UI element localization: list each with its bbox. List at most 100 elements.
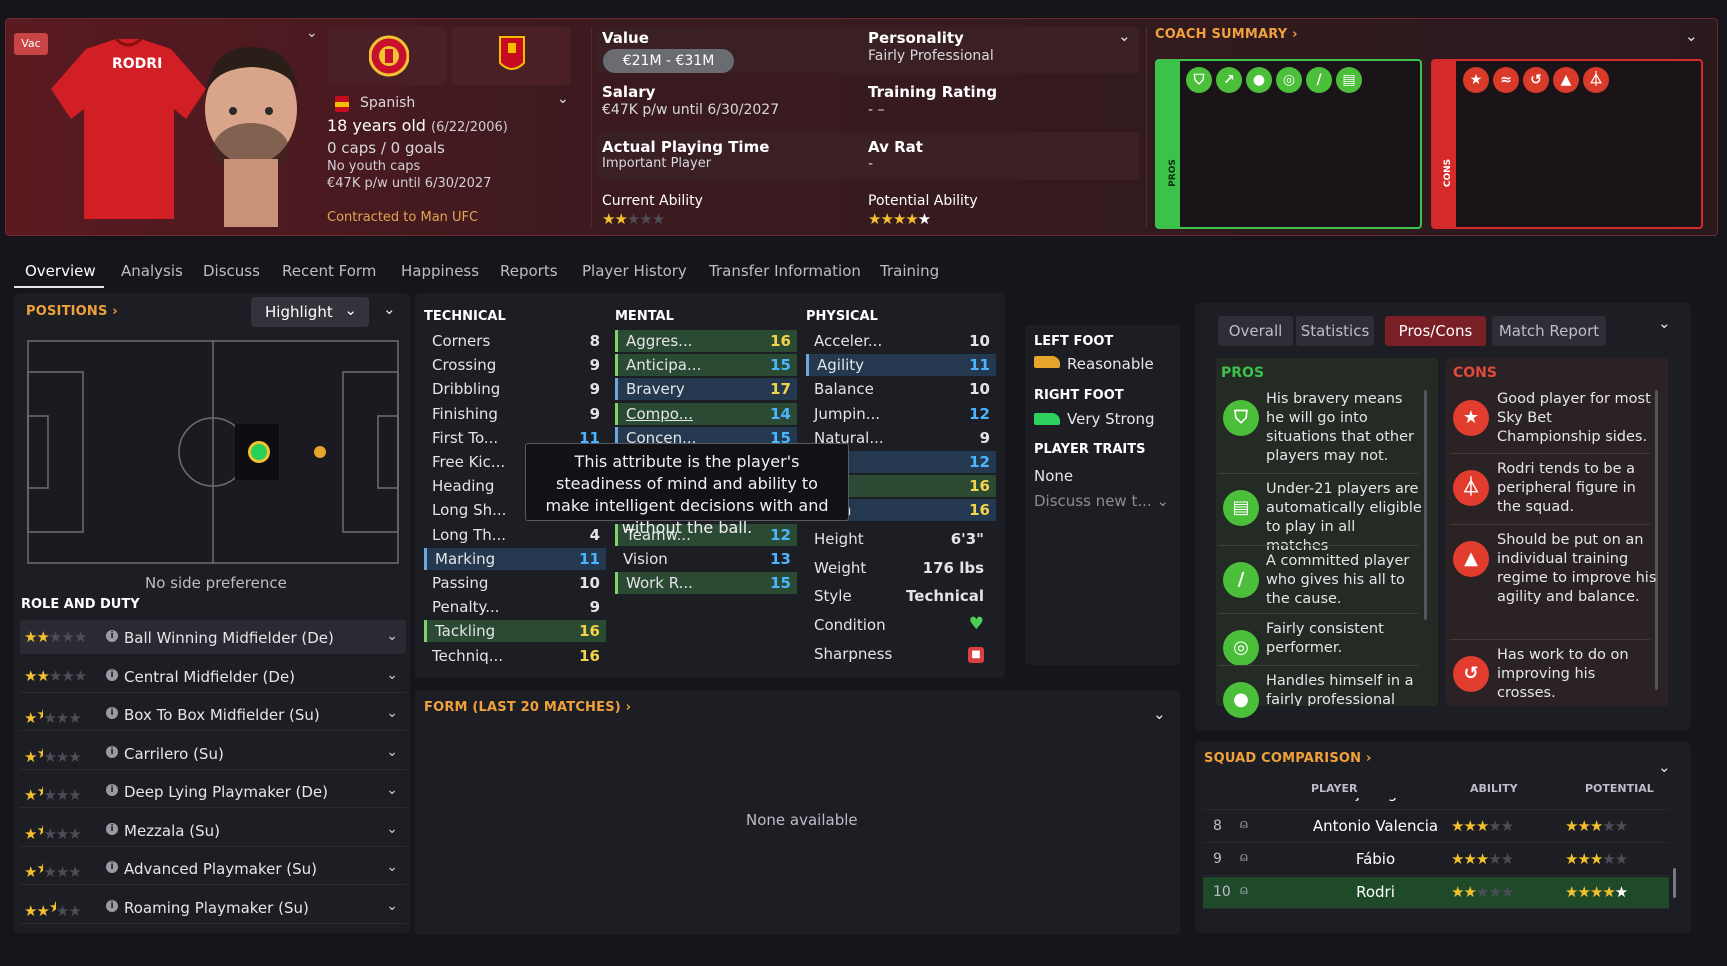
chevron-down-icon[interactable]: ⌄	[386, 782, 398, 798]
playing-time-value: Important Player	[602, 156, 712, 171]
document-icon[interactable]: ▤	[1336, 67, 1362, 93]
bandage-icon[interactable]: /	[1306, 67, 1332, 93]
discuss-traits-dropdown[interactable]: Discuss new t... ⌄	[1034, 492, 1169, 510]
chevron-down-icon[interactable]: ⌄	[386, 821, 398, 837]
squad-row[interactable]: 7⍝Shinji Kagawa★★★★★★★★★	[1203, 798, 1669, 810]
mental-attribute-row[interactable]: Bravery 17	[615, 378, 797, 401]
mental-attribute-row[interactable]: Aggres... 16	[615, 330, 797, 352]
report-tab-match-report[interactable]: Match Report	[1492, 316, 1606, 346]
squad-title[interactable]: SQUAD COMPARISON ›	[1204, 751, 1372, 766]
tab-player-history[interactable]: Player History	[582, 262, 687, 280]
role-row[interactable]: ★★★★★ i Roaming Playmaker (Su) ⌄	[20, 890, 406, 924]
chevron-down-icon[interactable]: ⌄	[386, 628, 398, 644]
flask-icon[interactable]: ⏃	[1583, 67, 1609, 93]
form-dropdown-icon[interactable]: ⌄	[1153, 705, 1166, 723]
role-row[interactable]: ★★★★★ i Carrilero (Su) ⌄	[20, 736, 406, 770]
mental-attribute-row[interactable]: Work R... 15	[615, 572, 797, 594]
shield-icon[interactable]: ⛉	[1186, 67, 1212, 93]
role-row[interactable]: ★★★★★ i Central Midfielder (De) ⌄	[20, 659, 406, 693]
positions-menu-icon[interactable]: ⌄	[383, 300, 396, 318]
tab-transfer-information[interactable]: Transfer Information	[709, 262, 861, 280]
info-icon[interactable]: i	[106, 822, 118, 835]
coach-summary-link[interactable]: COACH SUMMARY ›	[1155, 27, 1298, 42]
squad-dropdown-icon[interactable]: ⌄	[1658, 758, 1671, 776]
squad-number: 9	[1213, 851, 1222, 867]
technical-attribute-row[interactable]: Tackling 16	[424, 620, 606, 643]
info-icon[interactable]: i	[106, 668, 118, 681]
info-icon[interactable]: i	[106, 745, 118, 758]
physical-attribute-row[interactable]: Jumpin... 12	[806, 403, 996, 425]
tab-analysis[interactable]: Analysis	[121, 262, 183, 280]
tab-happiness[interactable]: Happiness	[401, 262, 479, 280]
info-icon[interactable]: i	[106, 784, 118, 796]
chevron-down-icon[interactable]: ⌄	[386, 898, 398, 914]
tab-reports[interactable]: Reports	[500, 262, 558, 280]
chevron-down-icon[interactable]: ⌄	[386, 667, 398, 683]
chevron-down-icon[interactable]: ⌄	[386, 859, 398, 875]
report-tab-overall[interactable]: Overall	[1218, 316, 1293, 346]
chevron-down-icon[interactable]: ⌄	[386, 705, 398, 721]
training-cone-icon[interactable]: ▲	[1553, 67, 1579, 93]
mental-attribute-row[interactable]: Anticipa... 15	[615, 354, 797, 377]
cross-ball-icon[interactable]: ↺	[1523, 67, 1549, 93]
target-icon[interactable]: ◎	[1276, 67, 1302, 93]
role-row[interactable]: ★★★★★ i Deep Lying Playmaker (De) ⌄	[20, 774, 406, 808]
face-dropdown-icon[interactable]: ⌄	[306, 25, 318, 41]
nation-dropdown-icon[interactable]: ⌄	[557, 91, 569, 107]
info-icon[interactable]: i	[106, 899, 118, 912]
report-dropdown-icon[interactable]: ⌄	[1658, 314, 1671, 332]
chevron-down-icon: ⌄	[1156, 492, 1170, 510]
tab-overview[interactable]: Overview	[25, 262, 96, 280]
squad-row[interactable]: 9 ⍝ Fábio ★★★★★ ★★★★★	[1203, 844, 1669, 876]
brain-icon[interactable]: ●	[1246, 67, 1272, 93]
role-row[interactable]: ★★★★★ i Ball Winning Midfielder (De) ⌄	[20, 620, 406, 654]
tab-discuss[interactable]: Discuss	[203, 262, 260, 280]
role-row[interactable]: ★★★★★ i Mezzala (Su) ⌄	[20, 813, 406, 847]
trend-up-icon[interactable]: ↗	[1216, 67, 1242, 93]
technical-attribute-row[interactable]: Crossing 9	[424, 354, 606, 376]
technical-attribute-row[interactable]: Marking 11	[424, 547, 606, 570]
secondary-position-marker[interactable]	[314, 446, 326, 458]
nation-badge-box[interactable]	[452, 27, 570, 85]
technical-attribute-row[interactable]: Finishing 9	[424, 403, 606, 425]
technical-attribute-row[interactable]: Penalty... 9	[424, 596, 606, 618]
squad-row[interactable]: 8 ⍝ Antonio Valencia ★★★★★ ★★★★★	[1203, 811, 1669, 843]
role-name: Deep Lying Playmaker (De)	[124, 783, 329, 801]
technical-attribute-row[interactable]: Dribbling 9	[424, 378, 606, 400]
technical-attribute-row[interactable]: Long Th... 4	[424, 524, 606, 546]
squad-row[interactable]: 10 ⍝ Rodri ★★★★★ ★★★★★	[1203, 877, 1669, 909]
role-row[interactable]: ★★★★★ i Box To Box Midfielder (Su) ⌄	[20, 697, 406, 731]
squad-scrollbar[interactable]	[1673, 868, 1676, 898]
info-icon[interactable]: i	[106, 861, 118, 873]
positions-title[interactable]: POSITIONS ›	[26, 304, 118, 319]
club-badge-box[interactable]	[329, 27, 447, 85]
mental-attribute-row[interactable]: Compo... 14	[615, 402, 797, 425]
role-row[interactable]: ★★★★★ i Advanced Playmaker (Su) ⌄	[20, 851, 406, 885]
physical-attribute-row[interactable]: Agility 11	[806, 354, 996, 377]
natural-position-marker[interactable]	[248, 441, 270, 463]
contract-club[interactable]: Contracted to Man UFC	[327, 210, 478, 225]
report-tab-statistics[interactable]: Statistics	[1296, 316, 1374, 346]
physical-attribute-row[interactable]: Acceler... 10	[806, 330, 996, 352]
star-badge-icon[interactable]: ★	[1463, 67, 1489, 93]
technical-attribute-row[interactable]: Techniq... 16	[424, 645, 606, 667]
tab-training[interactable]: Training	[880, 262, 939, 280]
chevron-down-icon[interactable]: ⌄	[386, 744, 398, 760]
attribute-value: 9	[589, 356, 600, 375]
pros-scrollbar[interactable]	[1424, 390, 1427, 620]
technical-attribute-row[interactable]: Passing 10	[424, 572, 606, 594]
coach-dropdown-icon[interactable]: ⌄	[1685, 27, 1698, 45]
boots-icon[interactable]: ≈	[1493, 67, 1519, 93]
mental-attribute-row[interactable]: Vision 13	[615, 548, 797, 570]
tab-recent-form[interactable]: Recent Form	[282, 262, 376, 280]
info-icon[interactable]: i	[106, 707, 118, 719]
info-dropdown-icon[interactable]: ⌄	[1118, 27, 1131, 45]
highlight-dropdown[interactable]: Highlight ⌄	[251, 297, 369, 327]
physical-attribute-row[interactable]: Balance 10	[806, 378, 996, 400]
squad-list-clip: 7⍝Shinji Kagawa★★★★★★★★★8⍝Antonio Valenc…	[1203, 798, 1669, 920]
report-tab-pros-cons[interactable]: Pros/Cons	[1385, 316, 1486, 346]
form-title[interactable]: FORM (LAST 20 MATCHES) ›	[424, 700, 631, 715]
info-icon[interactable]: i	[106, 630, 118, 642]
technical-attribute-row[interactable]: Corners 8	[424, 330, 606, 352]
attribute-name: Long Sh...	[432, 501, 507, 520]
